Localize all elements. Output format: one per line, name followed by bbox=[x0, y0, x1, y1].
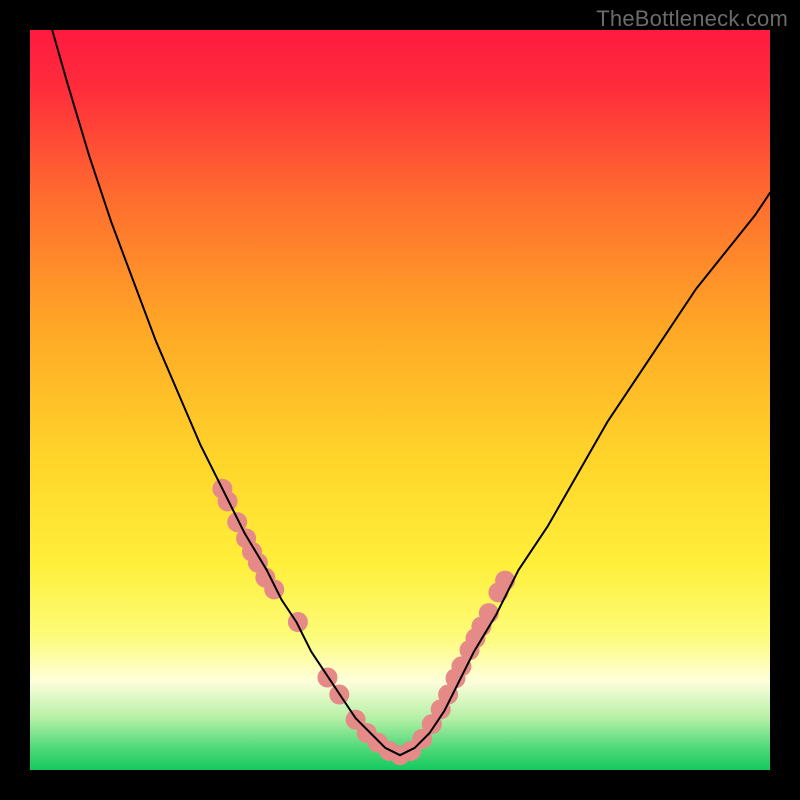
chart-frame: TheBottleneck.com bbox=[0, 0, 800, 800]
highlight-dot bbox=[479, 603, 499, 623]
plot-background bbox=[30, 30, 770, 770]
highlight-dot bbox=[495, 571, 515, 591]
bottleneck-chart bbox=[30, 30, 770, 770]
highlight-dot bbox=[264, 579, 284, 599]
watermark-text: TheBottleneck.com bbox=[596, 6, 788, 32]
